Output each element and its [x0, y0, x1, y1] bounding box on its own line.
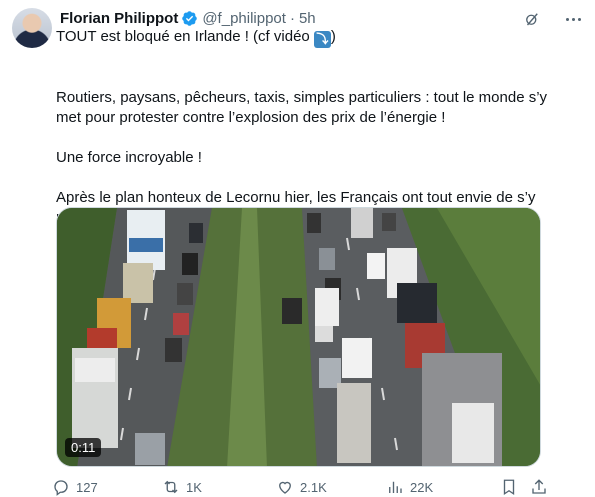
more-icon[interactable] — [563, 10, 583, 28]
arrow-down-emoji-icon: ⤵ — [313, 31, 331, 48]
share-icon — [532, 479, 546, 494]
reply-icon — [54, 480, 68, 496]
action-bar: 127 1K 2.1K 22K — [52, 478, 547, 497]
video-player[interactable] — [56, 207, 541, 467]
verified-badge-icon — [182, 10, 198, 26]
post-text-intro: TOUT est bloqué en Irlande ! (cf vidéo — [56, 28, 310, 45]
bookmark-icon — [503, 479, 515, 496]
reply-count: 127 — [76, 479, 98, 495]
share-button[interactable] — [530, 478, 548, 496]
author-handle[interactable]: @f_philippot — [202, 10, 286, 27]
like-button[interactable]: 2.1K — [276, 478, 327, 496]
video-frame — [57, 208, 540, 466]
repost-count: 1K — [186, 479, 202, 495]
post-text-paragraph-2: Routiers, paysans, pêcheurs, taxis, simp… — [56, 89, 548, 126]
author-display-name[interactable]: Florian Philippot — [60, 10, 178, 27]
like-icon — [279, 481, 291, 494]
views-icon — [389, 481, 402, 493]
avatar[interactable] — [12, 8, 52, 48]
views-button[interactable]: 22K — [386, 478, 433, 496]
video-duration-badge: 0:11 — [65, 438, 102, 457]
post-header: Florian Philippot @f_philippot · 5h — [60, 8, 583, 28]
post-timestamp[interactable]: 5h — [299, 10, 316, 27]
separator-dot: · — [289, 9, 295, 27]
like-count: 2.1K — [300, 479, 327, 495]
post-text-paragraph-3: Une force incroyable ! — [56, 149, 202, 166]
bookmark-button[interactable] — [500, 478, 518, 496]
reply-button[interactable]: 127 — [52, 478, 98, 496]
post-text-line1: TOUT est bloqué en Irlande ! (cf vidéo ⤵… — [56, 27, 556, 68]
view-count: 22K — [410, 479, 434, 495]
repost-button[interactable]: 1K — [162, 478, 202, 496]
repost-icon — [164, 480, 178, 494]
post-text-paren: ) — [330, 28, 336, 45]
grok-icon[interactable] — [523, 10, 541, 28]
